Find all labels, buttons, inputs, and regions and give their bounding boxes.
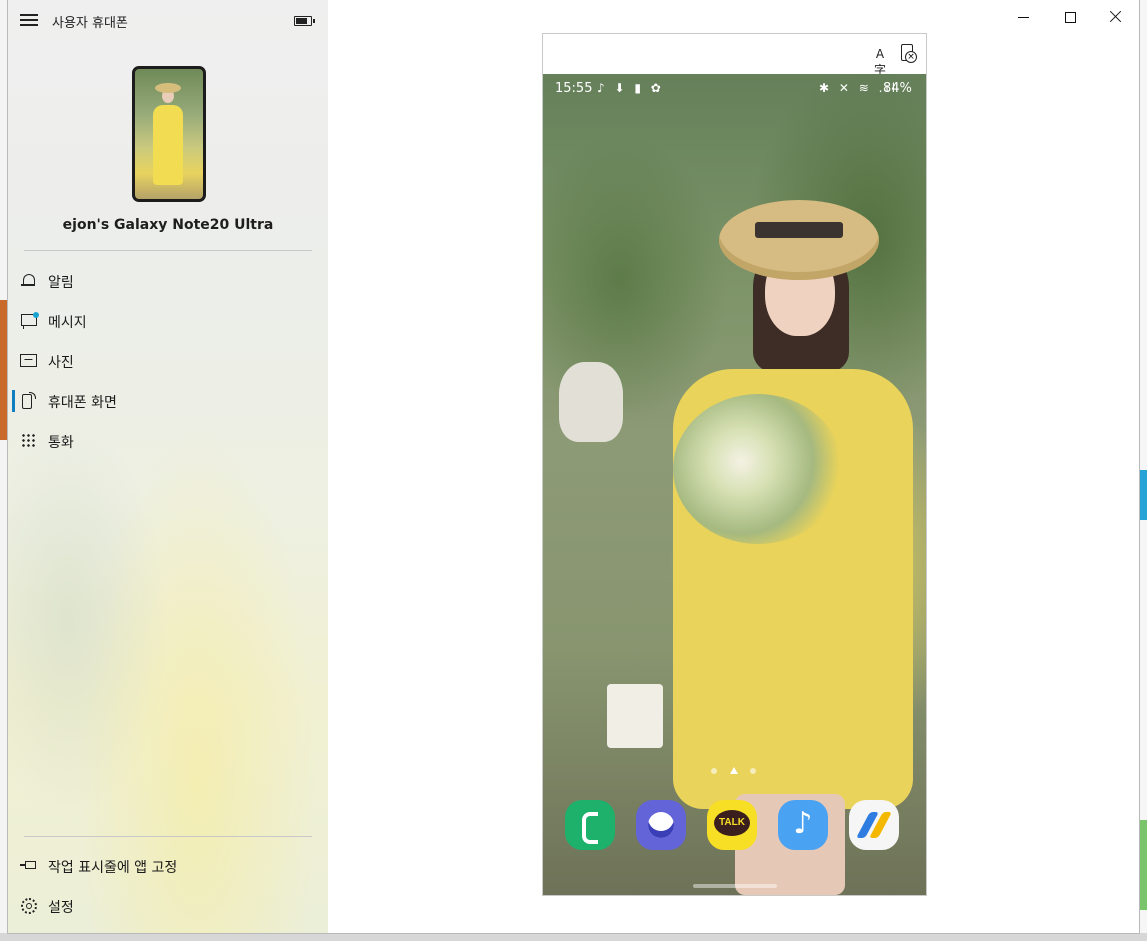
nav-item-label: 통화 xyxy=(48,435,74,451)
message-icon xyxy=(20,312,39,330)
maximize-icon xyxy=(1065,12,1076,23)
page-dot xyxy=(711,768,717,774)
desktop-window-fragment xyxy=(1139,470,1147,520)
nav-item-label: 휴대폰 화면 xyxy=(48,395,117,411)
phone-app-icon[interactable] xyxy=(565,800,615,850)
samsung-internet-app-icon[interactable] xyxy=(636,800,686,850)
active-indicator xyxy=(12,390,15,412)
page-dot xyxy=(750,768,756,774)
minimize-icon xyxy=(1018,17,1029,18)
status-battery: 84% xyxy=(883,81,912,96)
page-indicator xyxy=(711,767,761,775)
desktop-background-left xyxy=(0,0,8,941)
nav-item-label: 알림 xyxy=(48,275,74,291)
home-page-dot xyxy=(730,767,738,774)
wallpaper-pot xyxy=(607,684,663,748)
settings-button[interactable]: 설정 xyxy=(8,887,328,923)
gesture-handle[interactable] xyxy=(693,884,777,888)
music-app-icon[interactable] xyxy=(778,800,828,850)
screen-toolbar: A字 xyxy=(543,34,926,77)
wallpaper-pitcher xyxy=(559,362,623,442)
close-button[interactable] xyxy=(1093,6,1139,28)
disconnect-phone-icon[interactable] xyxy=(901,44,917,63)
device-thumbnail[interactable] xyxy=(132,66,206,202)
photo-icon xyxy=(20,352,38,370)
unread-badge xyxy=(33,312,39,318)
nav-item-photos[interactable]: 사진 xyxy=(8,342,328,378)
divider xyxy=(24,836,312,837)
nav-item-label: 작업 표시줄에 앱 고정 xyxy=(48,860,178,876)
status-notification-icons: ♪ ⬇ ▮ ✿ xyxy=(597,81,664,95)
wallpaper-figure xyxy=(719,200,879,280)
minimize-button[interactable] xyxy=(1001,6,1047,28)
navigation-pane: 사용자 휴대폰 ejon's Galaxy Note20 Ultra 알림 메시… xyxy=(8,0,328,933)
wallpaper-figure xyxy=(755,222,843,238)
app-title: 사용자 휴대폰 xyxy=(52,16,128,31)
translate-icon[interactable]: A字 xyxy=(872,46,888,77)
desktop-window-fragment xyxy=(1139,820,1147,910)
app-window: 사용자 휴대폰 ejon's Galaxy Note20 Ultra 알림 메시… xyxy=(8,0,1139,933)
title-bar: 사용자 휴대폰 xyxy=(8,0,328,42)
pin-to-taskbar-button[interactable]: 작업 표시줄에 앱 고정 xyxy=(8,847,328,883)
nav-item-calls[interactable]: 통화 xyxy=(8,422,328,458)
desktop-background-right xyxy=(1139,0,1147,933)
battery-icon xyxy=(294,16,315,26)
nav-item-notifications[interactable]: 알림 xyxy=(8,262,328,298)
nav-item-phone-screen[interactable]: 휴대폰 화면 xyxy=(8,382,328,418)
nav-item-label: 메시지 xyxy=(48,315,87,331)
status-time: 15:55 xyxy=(555,81,593,96)
nav-item-label: 설정 xyxy=(48,900,74,916)
dialpad-icon xyxy=(20,432,38,450)
device-name: ejon's Galaxy Note20 Ultra xyxy=(62,217,274,233)
desktop-background-bottom xyxy=(0,933,1147,941)
wallpaper-bouquet xyxy=(673,394,843,544)
phone-screen-mirror[interactable]: 15:55 ♪ ⬇ ▮ ✿ ✱ ✕ ≋ .ıl 84% TALK xyxy=(543,74,926,895)
desktop-window-fragment xyxy=(0,300,8,440)
kakaotalk-label: TALK xyxy=(719,817,745,828)
phone-screen-panel: A字 15:55 ♪ ⬇ ▮ ✿ ✱ ✕ ≋ .ıl 84% xyxy=(542,33,927,896)
kakaotalk-app-icon[interactable]: TALK xyxy=(707,800,757,850)
background-wallpaper-blur xyxy=(8,420,168,820)
divider xyxy=(24,250,312,251)
nav-item-messages[interactable]: 메시지 xyxy=(8,302,328,338)
hamburger-menu-icon[interactable] xyxy=(20,14,38,28)
phone-screen-icon xyxy=(20,392,38,410)
google-ads-app-icon[interactable] xyxy=(849,800,899,850)
maximize-button[interactable] xyxy=(1047,6,1093,28)
nav-item-label: 사진 xyxy=(48,355,74,371)
pin-icon xyxy=(20,857,38,875)
bell-icon xyxy=(20,272,38,290)
gear-icon xyxy=(20,897,38,915)
phone-status-bar: 15:55 ♪ ⬇ ▮ ✿ ✱ ✕ ≋ .ıl 84% xyxy=(543,74,926,102)
